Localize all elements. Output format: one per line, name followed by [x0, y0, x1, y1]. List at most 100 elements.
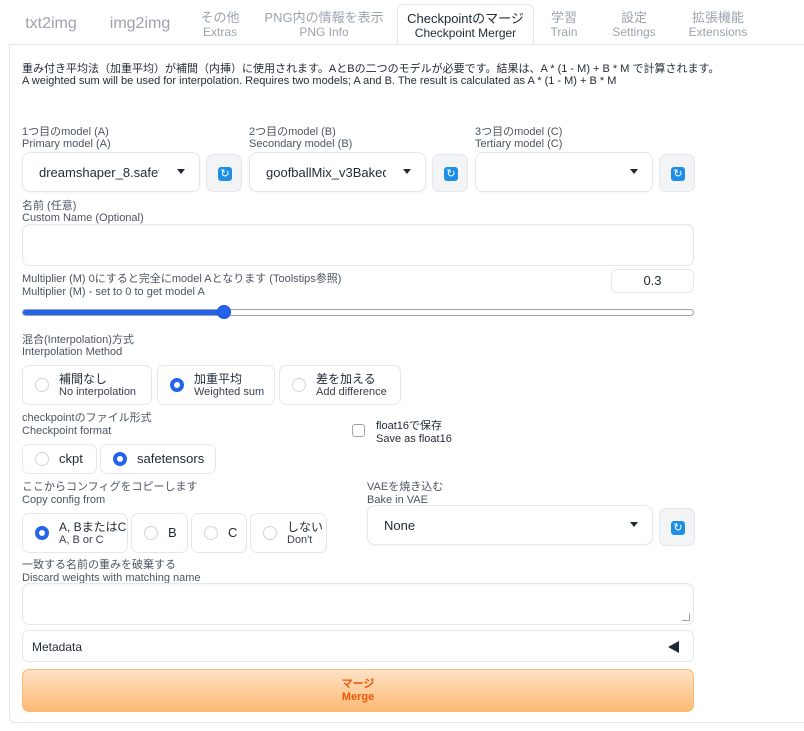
- radio-circle: [35, 378, 49, 392]
- tab-label: 拡張機能: [691, 10, 744, 25]
- discard-weights-input[interactable]: [22, 583, 694, 625]
- primary-model-label-ja: 1つ目のmodel (A): [22, 126, 109, 138]
- option-label: B: [168, 525, 177, 540]
- tertiary-model-label-ja: 3つ目のmodel (C): [475, 126, 563, 138]
- tab-img2img[interactable]: img2img: [96, 4, 184, 44]
- triangle-left-icon: [668, 641, 679, 653]
- refresh-icon: ↻: [218, 167, 232, 181]
- multiplier-number-input[interactable]: 0.3: [611, 269, 694, 293]
- interpolation-option-add-difference[interactable]: 差を加える Add difference: [279, 365, 401, 405]
- refresh-icon: ↻: [671, 167, 685, 181]
- tab-train[interactable]: 学習 Train: [540, 4, 588, 44]
- radio-circle: [144, 526, 158, 540]
- option-label-ja: 加重平均: [194, 372, 243, 386]
- interpolation-option-weighted-sum[interactable]: 加重平均 Weighted sum: [157, 365, 275, 405]
- custom-name-label-ja: 名前 (任意): [22, 200, 77, 212]
- radio-circle: [35, 526, 49, 540]
- option-label-en: A, B or C: [59, 534, 104, 546]
- option-label-ja: 補間なし: [59, 372, 108, 386]
- merge-label-ja: マージ: [341, 678, 375, 690]
- radio-circle: [35, 452, 49, 466]
- resize-grip-icon[interactable]: [682, 613, 690, 621]
- custom-name-input[interactable]: [22, 224, 694, 266]
- multiplier-slider-handle[interactable]: [216, 305, 231, 319]
- tab-label: PNG内の情報を表示: [264, 10, 384, 25]
- tab-extensions[interactable]: 拡張機能 Extensions: [680, 4, 756, 44]
- description-en: A weighted sum will be used for interpol…: [22, 75, 617, 87]
- tab-sublabel: Extensions: [688, 25, 748, 39]
- copy-config-option-b[interactable]: B: [131, 513, 188, 553]
- interpolation-label-ja: 混合(Interpolation)方式: [22, 334, 134, 346]
- vae-dropdown[interactable]: None: [367, 505, 653, 545]
- description-ja: 重み付き平均法（加重平均）が補間（内挿）に使用されます。AとBの二つのモデルが必…: [22, 63, 720, 75]
- tertiary-model-label-en: Tertiary model (C): [475, 138, 563, 150]
- multiplier-slider-fill: [23, 310, 224, 315]
- option-label: C: [228, 525, 238, 540]
- secondary-model-refresh-button[interactable]: ↻: [432, 154, 468, 192]
- option-label-en: Don't: [287, 534, 313, 546]
- copy-config-label-ja: ここからコンフィグをコピーします: [22, 481, 198, 493]
- float16-checkbox[interactable]: [352, 424, 365, 437]
- option-label: ckpt: [59, 451, 83, 466]
- vae-refresh-button[interactable]: ↻: [659, 508, 695, 546]
- tab-label: img2img: [109, 15, 171, 32]
- custom-name-label-en: Custom Name (Optional): [22, 212, 144, 224]
- primary-model-refresh-button[interactable]: ↻: [206, 154, 242, 192]
- option-label: safetensors: [137, 451, 205, 466]
- tab-extras[interactable]: その他 Extras: [190, 4, 250, 44]
- copy-config-option-dont[interactable]: しない Don't: [250, 513, 327, 553]
- tab-sublabel: PNG Info: [299, 25, 349, 39]
- vae-value: None: [384, 518, 416, 533]
- secondary-model-label-ja: 2つ目のmodel (B): [249, 126, 336, 138]
- copy-config-option-abc[interactable]: A, BまたはC A, B or C: [22, 513, 128, 553]
- option-label-en: Add difference: [316, 386, 387, 398]
- tab-sublabel: Settings: [612, 25, 656, 39]
- tab-label: その他: [200, 10, 240, 25]
- refresh-icon: ↻: [671, 521, 685, 535]
- merge-label-en: Merge: [341, 691, 375, 703]
- option-label-ja: A, BまたはC: [59, 520, 127, 534]
- primary-model-value: dreamshaper_8.safetensors: [39, 165, 159, 180]
- primary-model-dropdown[interactable]: dreamshaper_8.safetensors: [22, 152, 200, 192]
- tab-png-info[interactable]: PNG内の情報を表示 PNG Info: [262, 4, 386, 44]
- tab-label: 学習: [550, 10, 577, 25]
- chevron-down-icon: [630, 522, 638, 527]
- tab-checkpoint-merger[interactable]: Checkpointのマージ Checkpoint Merger: [397, 4, 534, 46]
- chevron-down-icon: [177, 169, 185, 174]
- discard-label-ja: 一致する名前の重みを破棄する: [22, 559, 176, 571]
- vae-label-ja: VAEを焼き込む: [367, 481, 444, 493]
- option-label-en: No interpolation: [59, 386, 137, 398]
- radio-circle: [113, 452, 127, 466]
- secondary-model-dropdown[interactable]: goofballMix_v3Baked.safetensors: [249, 152, 426, 192]
- option-label-en: Weighted sum: [194, 386, 265, 398]
- metadata-label: Metadata: [32, 640, 83, 654]
- tab-label: txt2img: [25, 15, 77, 32]
- tab-label: Checkpointのマージ: [407, 11, 524, 26]
- tertiary-model-refresh-button[interactable]: ↻: [659, 154, 695, 192]
- radio-circle: [292, 378, 306, 392]
- tab-txt2img[interactable]: txt2img: [14, 4, 88, 44]
- radio-circle: [263, 526, 277, 540]
- float16-label-en: Save as float16: [376, 433, 452, 445]
- secondary-model-label-en: Secondary model (B): [249, 138, 353, 150]
- tertiary-model-dropdown[interactable]: [475, 152, 653, 192]
- radio-circle: [204, 526, 218, 540]
- merge-button[interactable]: マージ Merge: [22, 669, 694, 712]
- tab-sublabel: Checkpoint Merger: [414, 26, 517, 40]
- float16-label-ja: float16で保存: [376, 420, 443, 432]
- multiplier-slider-track[interactable]: [22, 309, 694, 316]
- format-label-en: Checkpoint format: [22, 425, 112, 437]
- option-label-ja: 差を加える: [316, 372, 376, 386]
- format-label-ja: checkpointのファイル形式: [22, 412, 152, 424]
- multiplier-label-en: Multiplier (M) - set to 0 to get model A: [22, 286, 205, 298]
- format-option-ckpt[interactable]: ckpt: [22, 444, 97, 474]
- interpolation-label-en: Interpolation Method: [22, 346, 123, 358]
- tab-sublabel: Train: [550, 25, 578, 39]
- format-option-safetensors[interactable]: safetensors: [100, 444, 216, 474]
- copy-config-option-c[interactable]: C: [191, 513, 247, 553]
- metadata-accordion[interactable]: Metadata: [22, 630, 694, 662]
- copy-config-label-en: Copy config from: [22, 494, 106, 506]
- tab-settings[interactable]: 設定 Settings: [600, 4, 668, 44]
- tab-label: 設定: [620, 10, 647, 25]
- interpolation-option-none[interactable]: 補間なし No interpolation: [22, 365, 152, 405]
